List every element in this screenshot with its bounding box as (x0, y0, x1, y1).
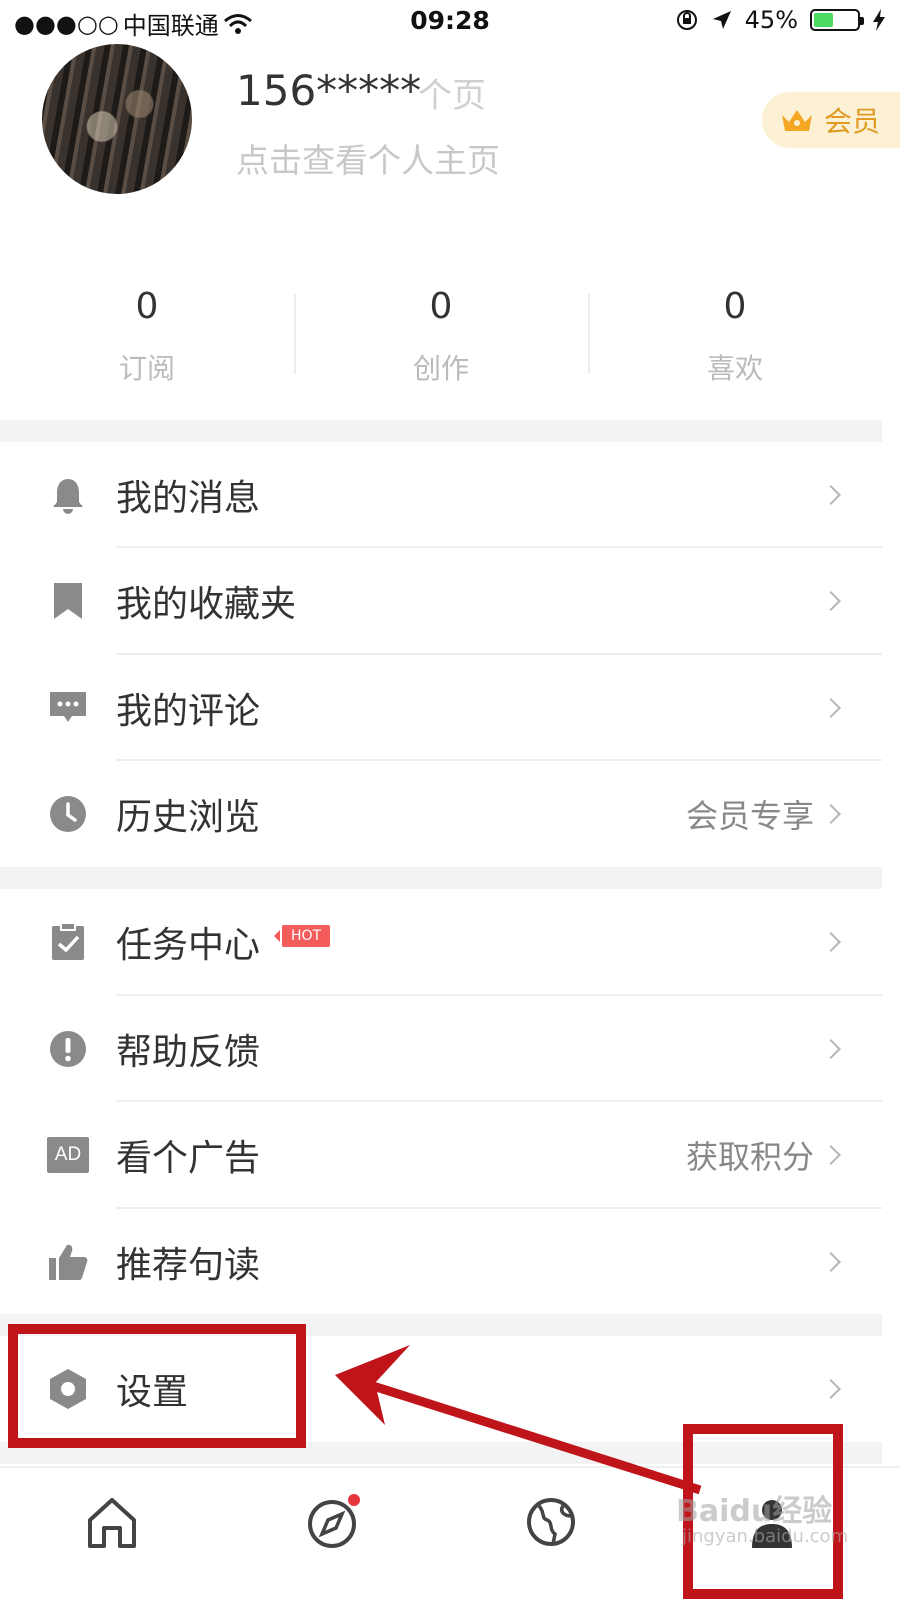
ad-icon: AD (47, 1137, 89, 1173)
clock-icon (50, 796, 86, 832)
vip-label: 会员 (824, 105, 881, 138)
stat-label: 喜欢 (706, 352, 763, 385)
compass-icon[interactable] (300, 1490, 364, 1554)
comment-icon (50, 692, 86, 722)
earn-points-note: 获取积分 (685, 1138, 814, 1176)
stats-bar: 0 订阅 0 创作 0 喜欢 (0, 280, 882, 400)
section-gap (0, 1442, 882, 1464)
menu-label: 帮助反馈 (116, 1032, 261, 1073)
menu-label: 任务中心 (116, 925, 261, 966)
stat-label: 创作 (412, 352, 469, 385)
stat-likes[interactable]: 0 喜欢 (588, 280, 882, 400)
avatar[interactable] (42, 44, 192, 194)
chevron-right-icon (821, 932, 841, 952)
chevron-right-icon (821, 804, 841, 824)
username[interactable]: 156***** (236, 66, 421, 115)
rotation-lock-icon (676, 10, 697, 30)
bookmark-icon (54, 583, 82, 619)
status-bar: ●●●○○ 中国联通 09:28 45% (0, 0, 900, 44)
vip-exclusive-note: 会员专享 (685, 797, 814, 835)
vip-button[interactable]: 会员 (762, 92, 900, 148)
view-profile-link[interactable]: 点击查看个人主页 (236, 134, 500, 182)
menu-label: 我的消息 (116, 478, 261, 519)
chevron-right-icon (821, 485, 841, 505)
stat-value: 0 (723, 286, 747, 327)
settings-hexagon-icon (50, 1369, 86, 1409)
section-gap (0, 867, 882, 889)
home-icon[interactable] (80, 1490, 144, 1554)
stat-label: 订阅 (118, 352, 175, 385)
thumbs-up-icon (49, 1244, 88, 1280)
charging-icon (873, 9, 885, 31)
stat-creations[interactable]: 0 创作 (294, 280, 588, 400)
menu-item-tasks[interactable]: 任务中心 HOT (0, 889, 882, 995)
menu-item-comments[interactable]: 我的评论 (0, 655, 882, 761)
menu-label: 我的收藏夹 (116, 584, 297, 625)
chevron-right-icon (821, 1252, 841, 1272)
crown-icon (782, 110, 812, 131)
username-ghost-text: 个页 (418, 76, 486, 116)
menu-item-settings[interactable]: 设置 (0, 1336, 882, 1442)
battery-percent: 45% (744, 6, 798, 34)
menu-item-history[interactable]: 历史浏览 会员专享 (0, 761, 882, 867)
menu-item-ads[interactable]: AD 看个广告 获取积分 (0, 1102, 882, 1208)
baidu-watermark-url: jingyan.baidu.com (682, 1526, 849, 1547)
menu-label: 看个广告 (116, 1138, 261, 1179)
chevron-right-icon (821, 591, 841, 611)
menu-item-recommend[interactable]: 推荐句读 (0, 1209, 882, 1315)
menu-item-help[interactable]: 帮助反馈 (0, 996, 882, 1102)
menu-label: 我的评论 (116, 691, 261, 732)
menu-item-messages[interactable]: 我的消息 (0, 442, 882, 548)
stat-value: 0 (429, 286, 453, 327)
menu-label: 历史浏览 (116, 797, 261, 838)
chevron-right-icon (821, 698, 841, 718)
bell-icon (53, 479, 83, 514)
location-icon (712, 11, 731, 29)
hot-badge: HOT (273, 925, 331, 947)
ad-icon-text: AD (54, 1144, 82, 1165)
menu-label: 推荐句读 (116, 1245, 261, 1286)
menu-item-favorites[interactable]: 我的收藏夹 (0, 548, 882, 654)
baidu-watermark: Baidu经验 (676, 1494, 833, 1529)
menu-label: 设置 (116, 1372, 189, 1413)
battery-icon (810, 9, 864, 31)
chevron-right-icon (821, 1145, 841, 1165)
stat-value: 0 (135, 286, 159, 327)
task-clipboard-icon (52, 922, 84, 960)
section-gap (0, 1314, 882, 1336)
section-gap (0, 420, 882, 442)
chevron-right-icon (821, 1039, 841, 1059)
chevron-right-icon (821, 1379, 841, 1399)
stat-subscriptions[interactable]: 0 订阅 (0, 280, 294, 400)
battery-fill (814, 13, 833, 27)
globe-icon[interactable] (519, 1490, 583, 1554)
exclamation-icon (50, 1031, 86, 1067)
